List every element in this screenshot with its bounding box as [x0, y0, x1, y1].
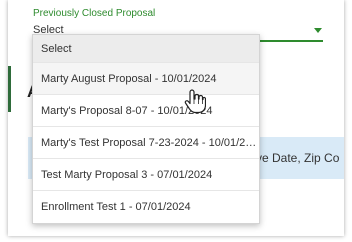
- dropdown-option-martys-test-proposal[interactable]: Marty's Test Proposal 7-23-2024 - 10/01/…: [33, 127, 259, 159]
- proposal-dialog: A ve Date, Zip Co Previously Closed Prop…: [8, 0, 344, 236]
- chevron-down-icon[interactable]: [314, 28, 322, 33]
- dropdown-option-select[interactable]: Select: [33, 35, 259, 63]
- info-band-text: ve Date, Zip Co: [256, 151, 340, 165]
- section-accent-bar: [8, 66, 11, 112]
- dropdown-option-martys-proposal-8-07[interactable]: Marty's Proposal 8-07 - 10/01/2024: [33, 95, 259, 127]
- dropdown-option-enrollment-test-1[interactable]: Enrollment Test 1 - 07/01/2024: [33, 191, 259, 223]
- dropdown-option-test-marty-proposal-3[interactable]: Test Marty Proposal 3 - 07/01/2024: [33, 159, 259, 191]
- dropdown-option-marty-august-proposal[interactable]: Marty August Proposal - 10/01/2024: [33, 63, 259, 95]
- proposal-select-label: Previously Closed Proposal: [33, 8, 156, 19]
- proposal-dropdown-menu[interactable]: Select Marty August Proposal - 10/01/202…: [32, 34, 260, 224]
- hand-pointer-icon: [184, 89, 206, 114]
